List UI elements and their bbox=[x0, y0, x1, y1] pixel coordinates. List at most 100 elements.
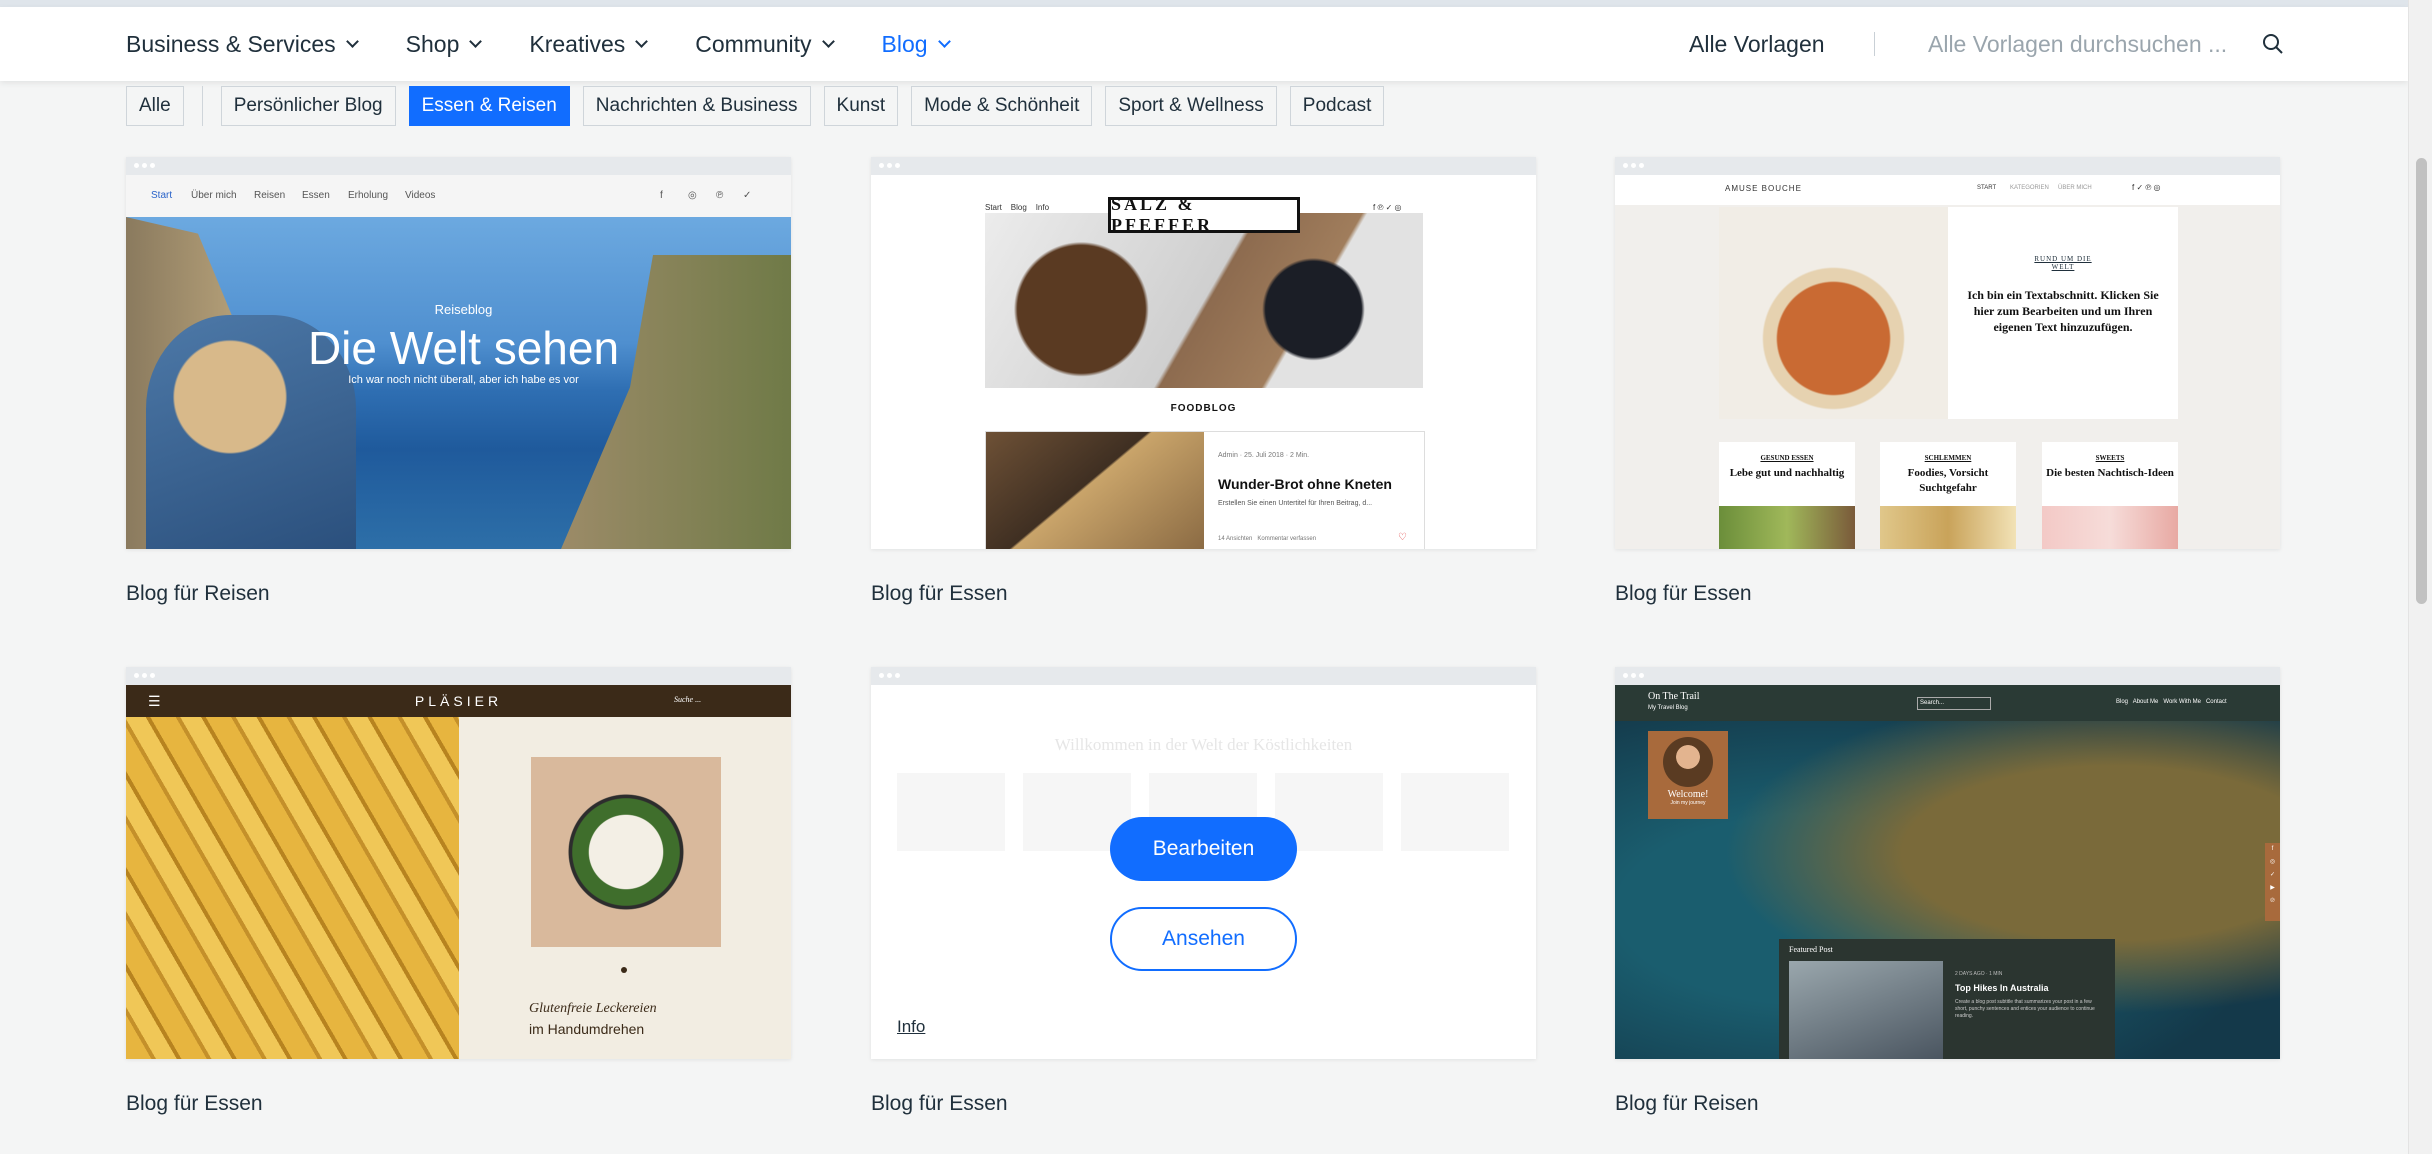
preview-kicker: Reiseblog bbox=[434, 302, 493, 317]
preview-headline: Die Welt sehen bbox=[307, 322, 620, 374]
template-title[interactable]: Blog für Reisen bbox=[1615, 1092, 2280, 1116]
template-title[interactable]: Blog für Essen bbox=[126, 1092, 791, 1116]
filter-essen-reisen[interactable]: Essen & Reisen bbox=[408, 86, 570, 126]
category-label: SWEETS bbox=[2095, 454, 2125, 462]
divider bbox=[1874, 32, 1875, 56]
category-title: Die besten Nachtisch-Ideen bbox=[2046, 467, 2174, 479]
category-filters: Alle Persönlicher Blog Essen & Reisen Na… bbox=[126, 86, 1397, 126]
preview-post: Admin · 25. Juli 2018 · 2 Min. Wunder-Br… bbox=[985, 431, 1425, 549]
preview-nav-item: Info bbox=[1035, 203, 1050, 212]
ghost-image bbox=[1401, 773, 1509, 851]
template-thumbnail[interactable]: AMUSE BOUCHE START KATEGORIEN ÜBER MICH … bbox=[1615, 157, 2280, 549]
preview-nav-item: About Me bbox=[2132, 699, 2159, 705]
category-image bbox=[1719, 506, 1855, 549]
filter-mode-schoenheit[interactable]: Mode & Schönheit bbox=[911, 86, 1093, 126]
post-title: Wunder-Brot ohne Kneten bbox=[1218, 476, 1392, 492]
preview-nav-item: START bbox=[1977, 185, 1997, 191]
filter-persoenlicher-blog[interactable]: Persönlicher Blog bbox=[220, 86, 396, 126]
preview-nav-item: Blog bbox=[2116, 699, 2129, 705]
ghost-image bbox=[897, 773, 1005, 851]
welcome-title: Welcome! bbox=[1667, 789, 1709, 800]
template-card: Start Blog Info SALZ & PFEFFER f ℗ ✓ ◎ F… bbox=[871, 157, 1536, 606]
nav-shop[interactable]: Shop bbox=[406, 31, 483, 58]
template-thumbnail[interactable]: Willkommen in der Welt der Köstlichkeite… bbox=[871, 667, 1536, 1059]
browser-bar bbox=[871, 667, 1536, 685]
bread-image bbox=[986, 432, 1204, 549]
filter-sport-wellness[interactable]: Sport & Wellness bbox=[1105, 86, 1277, 126]
nav-business-services[interactable]: Business & Services bbox=[126, 30, 359, 58]
preview-nav: AMUSE BOUCHE START KATEGORIEN ÜBER MICH … bbox=[1615, 175, 2280, 205]
preview-tagline: Ich war noch nicht überall, aber ich hab… bbox=[348, 374, 579, 386]
browser-bar bbox=[1615, 157, 2280, 175]
nav-label: Blog bbox=[881, 30, 928, 57]
view-button[interactable]: Ansehen bbox=[1110, 907, 1297, 971]
nav-community[interactable]: Community bbox=[695, 30, 835, 58]
preview-nav-item: Essen bbox=[302, 190, 330, 201]
preview-caption: Glutenfreie Leckereien im Handumdrehen bbox=[529, 999, 657, 1039]
top-strip bbox=[0, 0, 2408, 7]
template-thumbnail[interactable]: Start Blog Info SALZ & PFEFFER f ℗ ✓ ◎ F… bbox=[871, 157, 1536, 549]
info-link[interactable]: Info bbox=[897, 1017, 925, 1037]
post-views: 14 Ansichten bbox=[1218, 536, 1253, 542]
preview-category-card: SCHLEMMEN Foodies, Vorsicht Suchtgefahr bbox=[1880, 442, 2016, 549]
nav-label: Kreatives bbox=[529, 30, 626, 57]
preview-nav-item: Work With Me bbox=[2163, 699, 2201, 705]
preview-search: Suche ... bbox=[674, 695, 702, 704]
filter-nachrichten-business[interactable]: Nachrichten & Business bbox=[582, 86, 811, 126]
social-icons: f ✓ ℗ ◎ bbox=[2132, 183, 2161, 192]
template-title[interactable]: Blog für Essen bbox=[871, 1092, 1536, 1116]
nav-blog[interactable]: Blog bbox=[881, 30, 951, 58]
post-comments: Kommentar verfassen bbox=[1257, 536, 1317, 542]
featured-title: Top Hikes In Australia bbox=[1955, 983, 2049, 993]
preview-food-amuse: AMUSE BOUCHE START KATEGORIEN ÜBER MICH … bbox=[1615, 175, 2280, 549]
preview-nav-item: Erholung bbox=[348, 190, 389, 201]
featured-excerpt: Create a blog post subtitle that summari… bbox=[1955, 999, 2095, 1019]
template-thumbnail[interactable]: ☰ PLÄSIER Suche ... Glutenfreie Leckerei… bbox=[126, 667, 791, 1059]
category-title: Lebe gut und nachhaltig bbox=[1729, 467, 1845, 479]
template-title[interactable]: Blog für Reisen bbox=[126, 582, 791, 606]
nav-kreatives[interactable]: Kreatives bbox=[529, 30, 649, 58]
site-header: Business & Services Shop Kreatives Commu… bbox=[0, 7, 2408, 81]
chevron-down-icon bbox=[821, 34, 835, 48]
slider-dot bbox=[621, 967, 627, 973]
social-sidebar: f ◎ ✓ ▶ ℗ bbox=[2265, 843, 2280, 921]
scrollbar-thumb[interactable] bbox=[2416, 158, 2427, 604]
filter-podcast[interactable]: Podcast bbox=[1289, 86, 1385, 126]
twitter-icon: ✓ bbox=[743, 190, 752, 201]
preview-nav: Start Blog Info bbox=[985, 203, 1049, 212]
nav-label: Community bbox=[695, 30, 812, 57]
template-thumbnail[interactable]: On The Trail My Travel Blog Search... Bl… bbox=[1615, 667, 2280, 1059]
search-icon[interactable] bbox=[2262, 33, 2284, 55]
edit-button[interactable]: Bearbeiten bbox=[1110, 817, 1297, 881]
preview-food-hover: Willkommen in der Welt der Köstlichkeite… bbox=[871, 685, 1536, 1059]
preview-nav-item: Reisen bbox=[254, 190, 286, 201]
featured-meta: 2 DAYS AGO · 1 MIN bbox=[1955, 971, 2003, 977]
nav-label: Business & Services bbox=[126, 30, 336, 57]
heart-icon: ♡ bbox=[1398, 532, 1407, 543]
template-card: Willkommen in der Welt der Köstlichkeite… bbox=[871, 667, 1536, 1116]
all-templates-link[interactable]: Alle Vorlagen bbox=[1689, 7, 1825, 81]
preview-category-card: GESUND ESSEN Lebe gut und nachhaltig bbox=[1719, 442, 1855, 549]
social-icons: f ℗ ✓ ◎ bbox=[1373, 203, 1402, 212]
instagram-icon: ◎ bbox=[688, 190, 697, 201]
welcome-box: Welcome! Join my journey bbox=[1648, 731, 1728, 819]
browser-bar bbox=[871, 157, 1536, 175]
filter-kunst[interactable]: Kunst bbox=[823, 86, 899, 126]
preview-nav-item: Contact bbox=[2205, 699, 2227, 705]
featured-post: Featured Post 2 DAYS AGO · 1 MIN Top Hik… bbox=[1779, 939, 2115, 1059]
pizza-image bbox=[1719, 207, 1948, 419]
preview-nav-item: Blog bbox=[1010, 203, 1027, 212]
search-input[interactable] bbox=[1928, 25, 2268, 63]
category-label: GESUND ESSEN bbox=[1760, 454, 1814, 462]
preview-nav-item: Start bbox=[151, 190, 173, 201]
category-image bbox=[2042, 506, 2178, 549]
pinterest-icon: ℗ bbox=[716, 190, 724, 201]
dish-image bbox=[531, 757, 721, 947]
template-title[interactable]: Blog für Essen bbox=[1615, 582, 2280, 606]
template-title[interactable]: Blog für Essen bbox=[871, 582, 1536, 606]
preview-section-title: FOODBLOG bbox=[1170, 403, 1237, 414]
filter-alle[interactable]: Alle bbox=[126, 86, 184, 126]
scrollbar[interactable] bbox=[2408, 0, 2432, 1154]
template-thumbnail[interactable]: Start Über mich Reisen Essen Erholung Vi… bbox=[126, 157, 791, 549]
post-meta: Admin · 25. Juli 2018 · 2 Min. bbox=[1218, 452, 1310, 459]
